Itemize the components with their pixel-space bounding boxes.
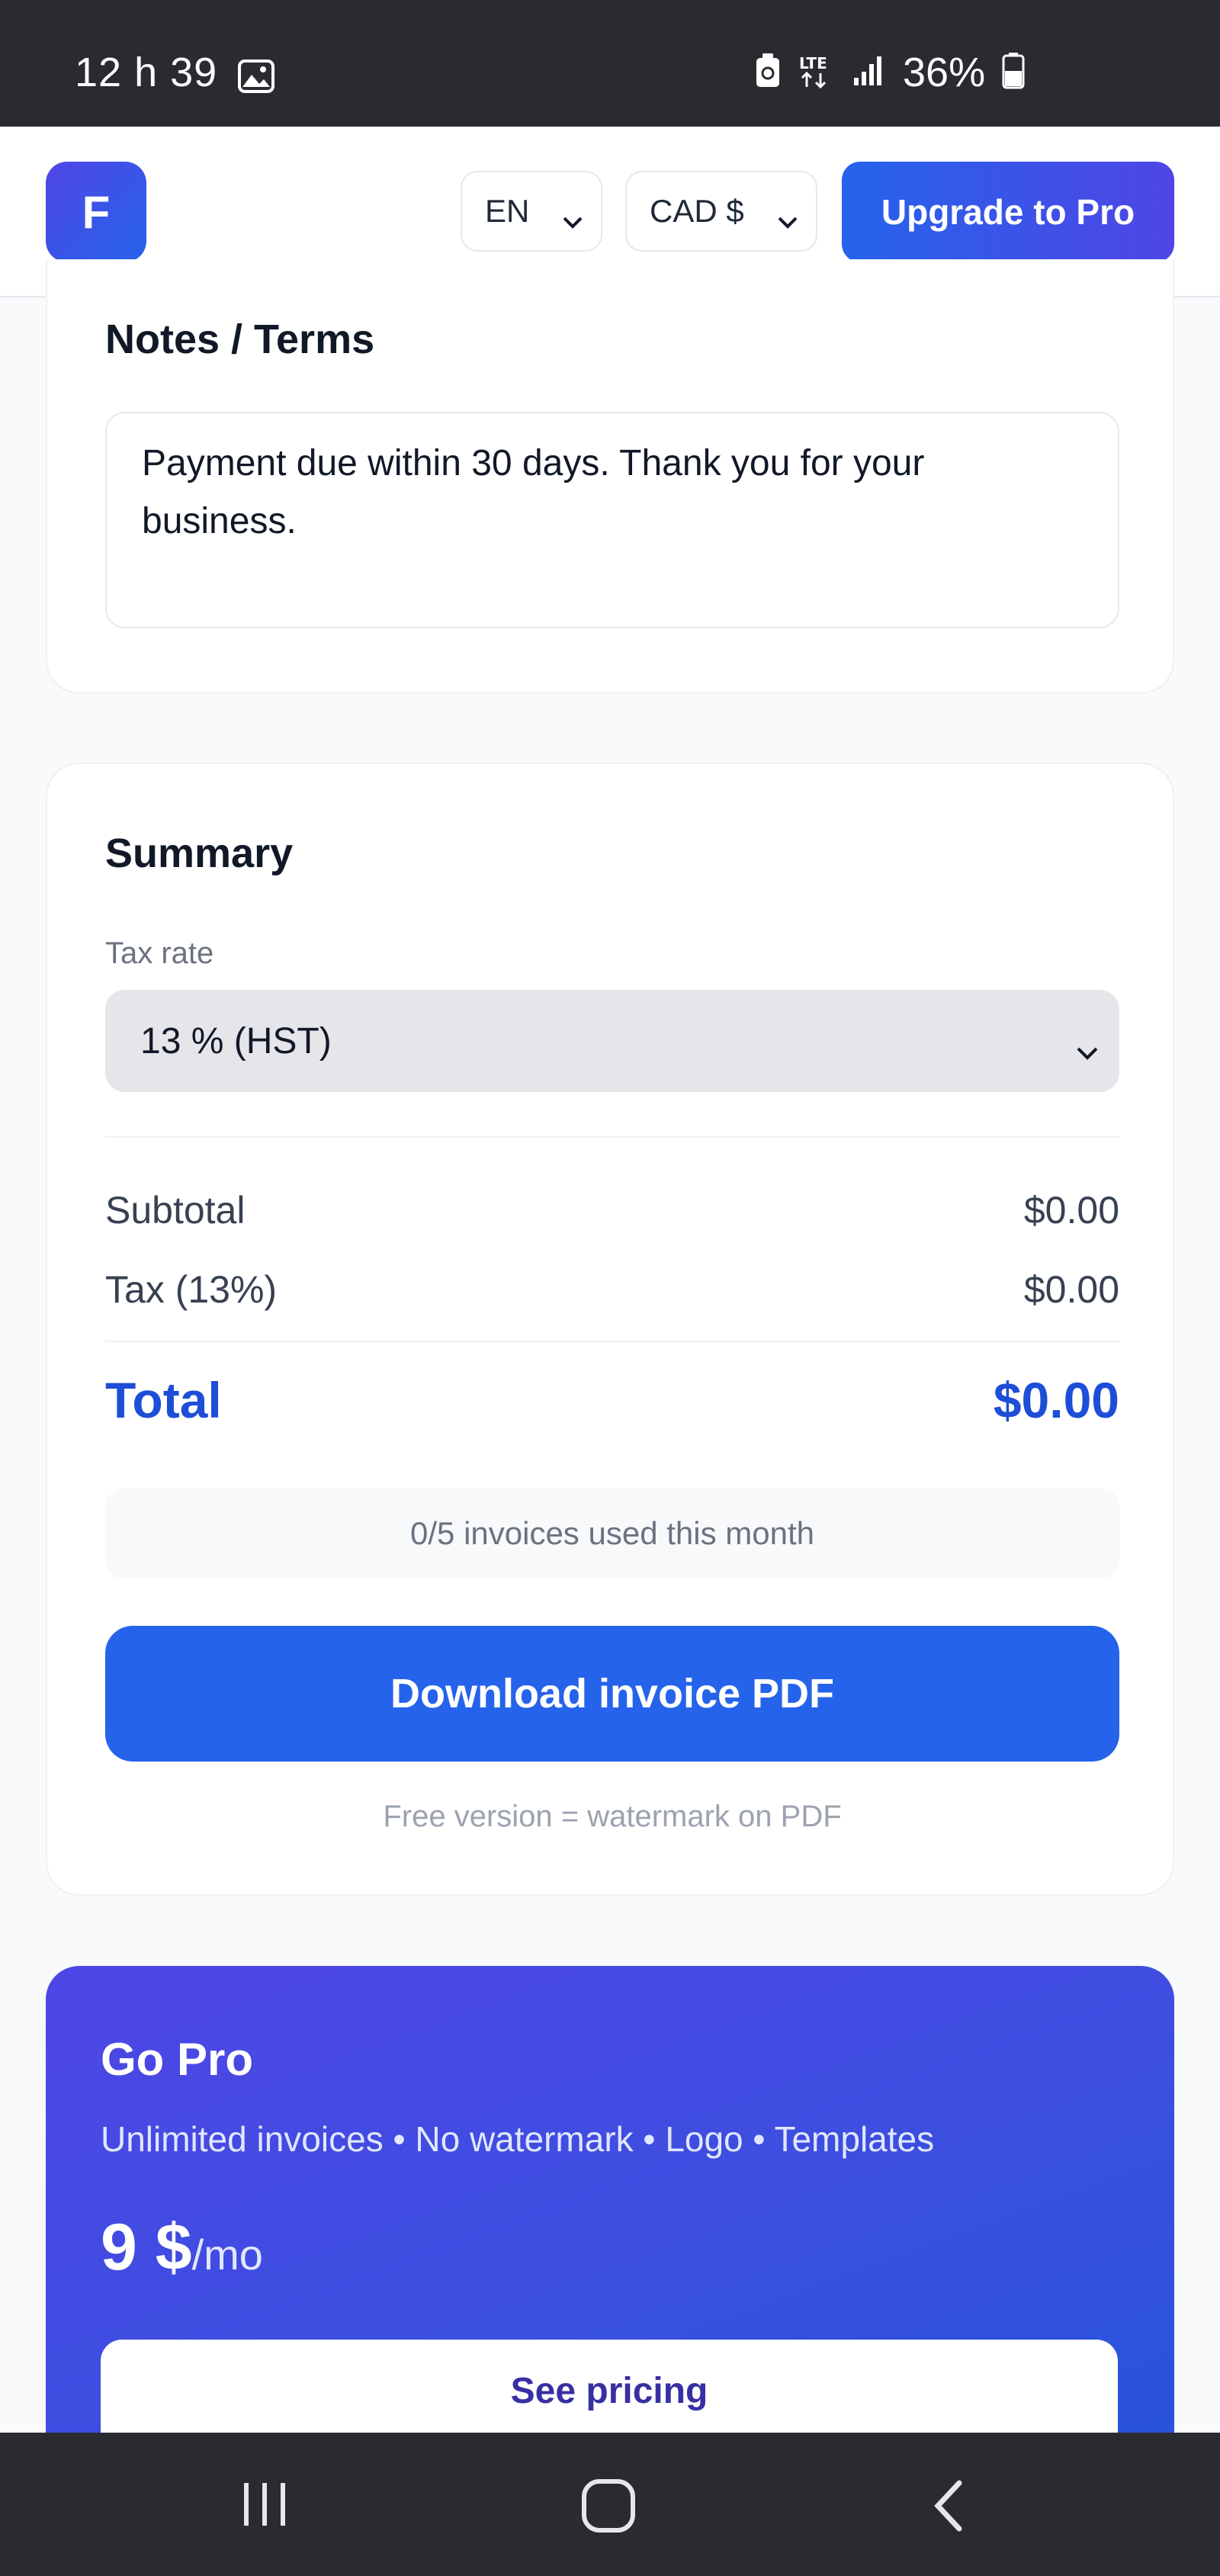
tax-label: Tax (13%)	[105, 1268, 278, 1311]
svg-text:LTE: LTE	[799, 54, 827, 72]
notes-title: Notes / Terms	[105, 316, 375, 362]
download-pdf-button[interactable]: Download invoice PDF	[105, 1626, 1119, 1762]
tax-value: $0.00	[1023, 1268, 1119, 1311]
total-label: Total	[105, 1372, 222, 1428]
status-time: 12 h 39	[75, 50, 218, 95]
back-icon[interactable]	[926, 2477, 971, 2539]
status-icons: LTE 36%	[755, 49, 1025, 96]
notes-textarea[interactable]: Payment due within 30 days. Thank you fo…	[105, 412, 1119, 628]
tax-rate-label: Tax rate	[105, 936, 214, 970]
upgrade-to-pro-button[interactable]: Upgrade to Pro	[842, 162, 1174, 262]
chevron-down-icon	[776, 201, 799, 238]
notes-card: Notes / Terms Payment due within 30 days…	[46, 259, 1174, 694]
battery-icon	[1002, 52, 1025, 93]
total-row: Total $0.00	[105, 1371, 1119, 1429]
total-value: $0.00	[993, 1372, 1119, 1428]
usage-counter: 0/5 invoices used this month	[105, 1489, 1119, 1579]
subtotal-label: Subtotal	[105, 1189, 246, 1232]
chevron-down-icon	[1075, 1029, 1100, 1071]
app-logo[interactable]: F	[46, 162, 146, 262]
pro-price: 9 $/mo	[101, 2210, 263, 2285]
signal-icon	[852, 55, 886, 91]
currency-select[interactable]: CAD $	[625, 171, 817, 252]
currency-value: CAD $	[650, 193, 744, 229]
tax-row: Tax (13%) $0.00	[105, 1267, 1119, 1312]
tax-rate-value: 13 % (HST)	[140, 1020, 332, 1062]
language-select[interactable]: EN	[461, 171, 602, 252]
pro-price-amount: 9 $	[101, 2211, 192, 2284]
pro-features: Unlimited invoices • No watermark • Logo…	[101, 2119, 935, 2159]
language-value: EN	[485, 193, 530, 229]
divider	[105, 1341, 1119, 1342]
summary-title: Summary	[105, 830, 294, 876]
status-bar: 12 h 39 LTE 36%	[0, 0, 1220, 127]
subtotal-value: $0.00	[1023, 1189, 1119, 1232]
subtotal-row: Subtotal $0.00	[105, 1188, 1119, 1232]
summary-card: Summary Tax rate 13 % (HST) Subtotal $0.…	[46, 763, 1174, 1896]
home-icon[interactable]	[580, 2477, 637, 2539]
go-pro-card: Go Pro Unlimited invoices • No watermark…	[46, 1966, 1174, 2500]
divider	[105, 1136, 1119, 1138]
watermark-note: Free version = watermark on PDF	[383, 1800, 842, 1833]
pro-price-unit: /mo	[191, 2231, 263, 2279]
tax-rate-select[interactable]: 13 % (HST)	[105, 990, 1119, 1092]
image-icon	[238, 59, 274, 97]
recycle-icon	[755, 53, 781, 92]
battery-percent: 36%	[903, 50, 986, 95]
pro-title: Go Pro	[101, 2034, 254, 2085]
recent-apps-icon[interactable]	[238, 2477, 291, 2534]
system-navigation-bar	[0, 2433, 1220, 2576]
chevron-down-icon	[561, 201, 584, 238]
lte-icon: LTE	[798, 53, 836, 92]
